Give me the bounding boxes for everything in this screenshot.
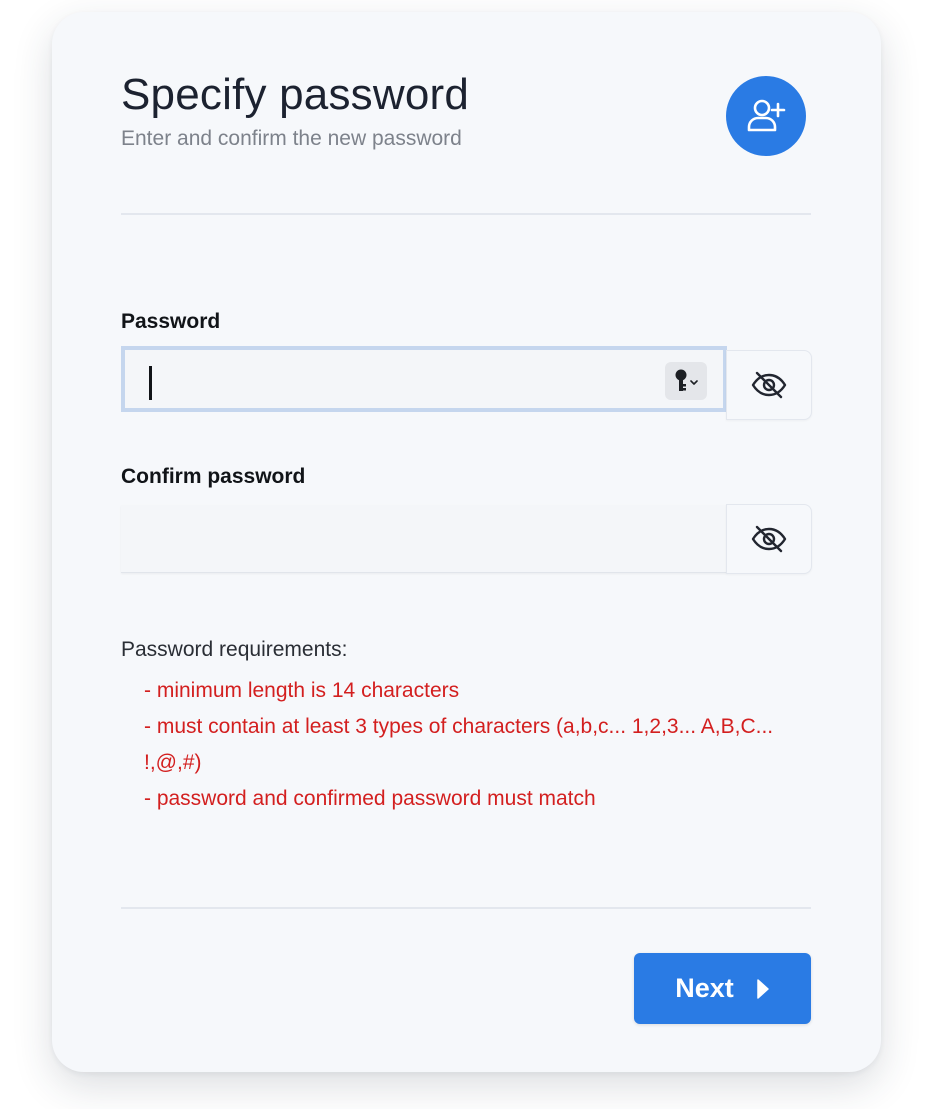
eye-slash-icon <box>751 371 787 399</box>
key-icon <box>675 369 698 391</box>
next-button-label: Next <box>675 973 734 1003</box>
requirement-item: - password and confirmed password must m… <box>144 787 596 810</box>
toggle-confirm-visibility-button[interactable] <box>726 504 812 574</box>
password-field-wrapper <box>121 346 727 412</box>
password-card: Specify password Enter and confirm the n… <box>52 12 881 1072</box>
confirm-password-label: Confirm password <box>121 465 306 488</box>
requirement-item: - minimum length is 14 characters <box>144 679 460 702</box>
next-button[interactable]: Next <box>634 953 811 1024</box>
add-user-icon <box>747 99 786 132</box>
toggle-password-visibility-button[interactable] <box>726 350 812 420</box>
footer-divider <box>121 907 811 909</box>
confirm-password-input[interactable] <box>121 505 727 572</box>
requirement-item: - must contain at least 3 types of chara… <box>144 715 774 774</box>
confirm-password-field-wrapper <box>121 505 727 573</box>
password-manager-button[interactable] <box>665 362 707 400</box>
play-arrow-icon <box>757 978 769 999</box>
text-cursor <box>149 366 152 400</box>
requirements-heading: Password requirements: <box>121 638 348 661</box>
password-input[interactable] <box>125 350 723 408</box>
page-title: Specify password <box>121 70 470 119</box>
eye-slash-icon <box>751 525 787 553</box>
add-user-button[interactable] <box>726 76 806 156</box>
page-subtitle: Enter and confirm the new password <box>121 127 462 150</box>
password-label: Password <box>121 310 221 333</box>
header-divider <box>121 213 811 215</box>
requirements-list: - minimum length is 14 characters - must… <box>144 673 834 817</box>
